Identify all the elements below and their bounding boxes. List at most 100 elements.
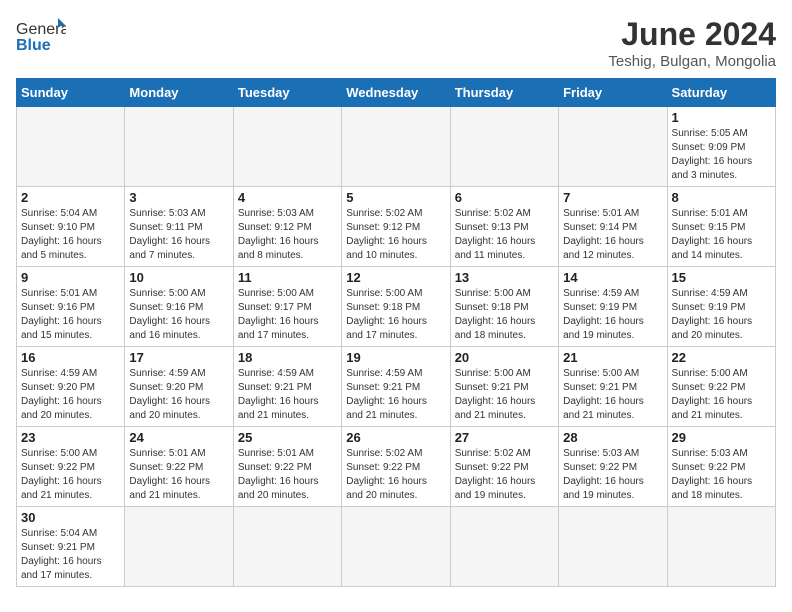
- day-number: 30: [21, 510, 120, 525]
- day-info: Sunrise: 4:59 AM Sunset: 9:21 PM Dayligh…: [238, 367, 337, 423]
- day-number: 25: [238, 430, 337, 445]
- day-number: 26: [346, 430, 445, 445]
- week-row-6: 30 Sunrise: 5:04 AM Sunset: 9:21 PM Dayli…: [17, 507, 776, 587]
- calendar-cell: 14Sunrise: 4:59 AM Sunset: 9:19 PM Dayli…: [559, 267, 667, 347]
- day-info: Sunrise: 5:00 AM Sunset: 9:16 PM Dayligh…: [129, 287, 228, 343]
- calendar-cell: 4 Sunrise: 5:03 AM Sunset: 9:12 PM Daylig…: [233, 187, 341, 267]
- calendar-cell: [667, 507, 775, 587]
- day-number: 3: [129, 190, 228, 205]
- day-number: 20: [455, 350, 554, 365]
- day-info: Sunrise: 5:03 AM Sunset: 9:22 PM Dayligh…: [563, 447, 662, 503]
- calendar-cell: [233, 507, 341, 587]
- day-info: Sunrise: 4:59 AM Sunset: 9:21 PM Dayligh…: [346, 367, 445, 423]
- day-info: Sunrise: 5:04 AM Sunset: 9:21 PM Dayligh…: [21, 527, 120, 583]
- week-row-4: 16 Sunrise: 4:59 AM Sunset: 9:20 PM Dayli…: [17, 347, 776, 427]
- day-info: Sunrise: 5:00 AM Sunset: 9:18 PM Dayligh…: [346, 287, 445, 343]
- day-number: 29: [672, 430, 771, 445]
- calendar-cell: 6 Sunrise: 5:02 AM Sunset: 9:13 PM Daylig…: [450, 187, 558, 267]
- week-row-2: 2 Sunrise: 5:04 AM Sunset: 9:10 PM Daylig…: [17, 187, 776, 267]
- day-number: 28: [563, 430, 662, 445]
- calendar-cell: 25 Sunrise: 5:01 AM Sunset: 9:22 PM Dayli…: [233, 427, 341, 507]
- weekday-header-tuesday: Tuesday: [233, 79, 341, 107]
- day-info: Sunrise: 5:03 AM Sunset: 9:22 PM Dayligh…: [672, 447, 771, 503]
- calendar-cell: 13 Sunrise: 5:00 AM Sunset: 9:18 PM Dayli…: [450, 267, 558, 347]
- week-row-3: 9 Sunrise: 5:01 AM Sunset: 9:16 PM Daylig…: [17, 267, 776, 347]
- day-number: 6: [455, 190, 554, 205]
- calendar-cell: 5 Sunrise: 5:02 AM Sunset: 9:12 PM Daylig…: [342, 187, 450, 267]
- day-info: Sunrise: 5:02 AM Sunset: 9:12 PM Dayligh…: [346, 207, 445, 263]
- day-info: Sunrise: 5:00 AM Sunset: 9:22 PM Dayligh…: [672, 367, 771, 423]
- calendar-cell: [125, 107, 233, 187]
- day-number: 4: [238, 190, 337, 205]
- day-number: 1: [672, 110, 771, 125]
- day-info: Sunrise: 5:02 AM Sunset: 9:22 PM Dayligh…: [346, 447, 445, 503]
- day-number: 2: [21, 190, 120, 205]
- weekday-header-row: SundayMondayTuesdayWednesdayThursdayFrid…: [17, 79, 776, 107]
- day-info: Sunrise: 5:01 AM Sunset: 9:15 PM Dayligh…: [672, 207, 771, 263]
- calendar-cell: 20 Sunrise: 5:00 AM Sunset: 9:21 PM Dayli…: [450, 347, 558, 427]
- day-number: 13: [455, 270, 554, 285]
- calendar-cell: 26 Sunrise: 5:02 AM Sunset: 9:22 PM Dayli…: [342, 427, 450, 507]
- day-info: Sunrise: 5:01 AM Sunset: 9:14 PM Dayligh…: [563, 207, 662, 263]
- day-number: 22: [672, 350, 771, 365]
- calendar-cell: 27Sunrise: 5:02 AM Sunset: 9:22 PM Dayli…: [450, 427, 558, 507]
- day-info: Sunrise: 5:05 AM Sunset: 9:09 PM Dayligh…: [672, 127, 771, 183]
- calendar-cell: [450, 107, 558, 187]
- day-info: Sunrise: 5:01 AM Sunset: 9:22 PM Dayligh…: [129, 447, 228, 503]
- calendar-cell: 7 Sunrise: 5:01 AM Sunset: 9:14 PM Daylig…: [559, 187, 667, 267]
- day-number: 15: [672, 270, 771, 285]
- calendar-cell: 10 Sunrise: 5:00 AM Sunset: 9:16 PM Dayli…: [125, 267, 233, 347]
- logo: GeneralBlue: [16, 16, 66, 56]
- calendar-table: SundayMondayTuesdayWednesdayThursdayFrid…: [16, 78, 776, 587]
- calendar-cell: 30 Sunrise: 5:04 AM Sunset: 9:21 PM Dayli…: [17, 507, 125, 587]
- location: Teshig, Bulgan, Mongolia: [608, 53, 776, 70]
- day-info: Sunrise: 5:00 AM Sunset: 9:21 PM Dayligh…: [563, 367, 662, 423]
- weekday-header-saturday: Saturday: [667, 79, 775, 107]
- week-row-1: 1 Sunrise: 5:05 AM Sunset: 9:09 PM Daylig…: [17, 107, 776, 187]
- calendar-cell: [559, 107, 667, 187]
- day-number: 27: [455, 430, 554, 445]
- calendar-cell: [559, 507, 667, 587]
- calendar-cell: [342, 107, 450, 187]
- day-info: Sunrise: 5:04 AM Sunset: 9:10 PM Dayligh…: [21, 207, 120, 263]
- day-number: 16: [21, 350, 120, 365]
- day-number: 9: [21, 270, 120, 285]
- day-number: 23: [21, 430, 120, 445]
- day-number: 5: [346, 190, 445, 205]
- day-info: Sunrise: 5:00 AM Sunset: 9:22 PM Dayligh…: [21, 447, 120, 503]
- calendar-cell: [233, 107, 341, 187]
- month-year: June 2024: [608, 16, 776, 53]
- calendar-cell: 28 Sunrise: 5:03 AM Sunset: 9:22 PM Dayli…: [559, 427, 667, 507]
- logo-svg: GeneralBlue: [16, 16, 66, 56]
- calendar-cell: 17 Sunrise: 4:59 AM Sunset: 9:20 PM Dayli…: [125, 347, 233, 427]
- day-number: 7: [563, 190, 662, 205]
- calendar-cell: [125, 507, 233, 587]
- calendar-cell: 1 Sunrise: 5:05 AM Sunset: 9:09 PM Daylig…: [667, 107, 775, 187]
- day-number: 8: [672, 190, 771, 205]
- calendar-cell: 29 Sunrise: 5:03 AM Sunset: 9:22 PM Dayli…: [667, 427, 775, 507]
- calendar-cell: 9 Sunrise: 5:01 AM Sunset: 9:16 PM Daylig…: [17, 267, 125, 347]
- day-info: Sunrise: 4:59 AM Sunset: 9:20 PM Dayligh…: [129, 367, 228, 423]
- day-info: Sunrise: 5:00 AM Sunset: 9:18 PM Dayligh…: [455, 287, 554, 343]
- calendar-cell: 19 Sunrise: 4:59 AM Sunset: 9:21 PM Dayli…: [342, 347, 450, 427]
- day-number: 10: [129, 270, 228, 285]
- day-info: Sunrise: 4:59 AM Sunset: 9:19 PM Dayligh…: [563, 287, 662, 343]
- day-info: Sunrise: 5:01 AM Sunset: 9:16 PM Dayligh…: [21, 287, 120, 343]
- calendar-cell: [450, 507, 558, 587]
- weekday-header-thursday: Thursday: [450, 79, 558, 107]
- calendar-cell: 18 Sunrise: 4:59 AM Sunset: 9:21 PM Dayli…: [233, 347, 341, 427]
- day-number: 19: [346, 350, 445, 365]
- calendar-cell: 23 Sunrise: 5:00 AM Sunset: 9:22 PM Dayli…: [17, 427, 125, 507]
- day-info: Sunrise: 5:02 AM Sunset: 9:13 PM Dayligh…: [455, 207, 554, 263]
- calendar-cell: 3 Sunrise: 5:03 AM Sunset: 9:11 PM Daylig…: [125, 187, 233, 267]
- svg-text:Blue: Blue: [16, 37, 51, 54]
- day-number: 17: [129, 350, 228, 365]
- day-info: Sunrise: 5:01 AM Sunset: 9:22 PM Dayligh…: [238, 447, 337, 503]
- day-number: 21: [563, 350, 662, 365]
- day-number: 18: [238, 350, 337, 365]
- day-info: Sunrise: 5:03 AM Sunset: 9:11 PM Dayligh…: [129, 207, 228, 263]
- day-info: Sunrise: 5:00 AM Sunset: 9:21 PM Dayligh…: [455, 367, 554, 423]
- day-info: Sunrise: 5:03 AM Sunset: 9:12 PM Dayligh…: [238, 207, 337, 263]
- weekday-header-sunday: Sunday: [17, 79, 125, 107]
- calendar-cell: 22 Sunrise: 5:00 AM Sunset: 9:22 PM Dayli…: [667, 347, 775, 427]
